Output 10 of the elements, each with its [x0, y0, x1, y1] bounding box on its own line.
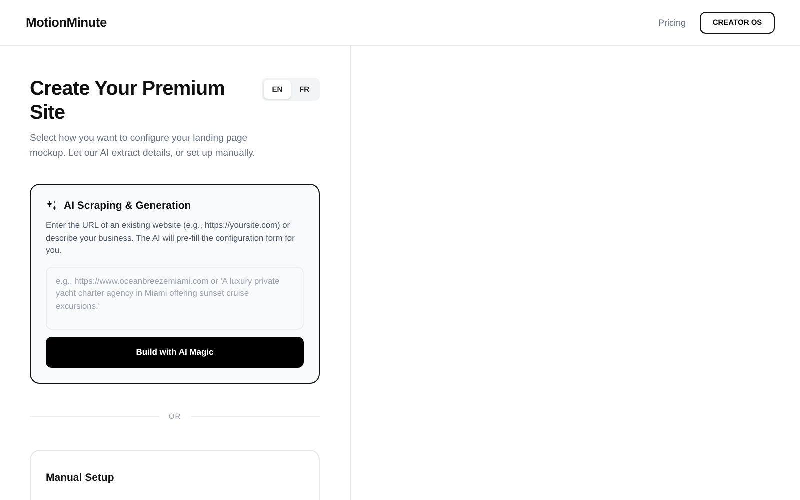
- input-field[interactable]: e.g., https://www.oceanbreezemiami.com or 'A luxury private yacht charter agency in Miami offering sunset cruise excursions.': [46, 266, 304, 330]
- sparkles-icon: [46, 200, 58, 212]
- page-description: Select how you want to configure your landing page mockup. Let our AI extract details, or set up manually.: [30, 132, 256, 161]
- card-title: Manual Setup: [46, 472, 114, 484]
- build-button[interactable]: Build with AI Magic: [46, 336, 304, 368]
- card-description: Enter the URL of an existing website (e.g., https://yoursite.com) or describe your business. The AI will pre-fill the configuration form for you.: [46, 219, 296, 256]
- pricing-link[interactable]: Pricing: [658, 18, 686, 28]
- logo[interactable]: MotionMinute: [26, 15, 107, 30]
- page-title: Create Your Premium Site: [30, 77, 226, 125]
- card-title: AI Scraping & Generation: [64, 200, 192, 212]
